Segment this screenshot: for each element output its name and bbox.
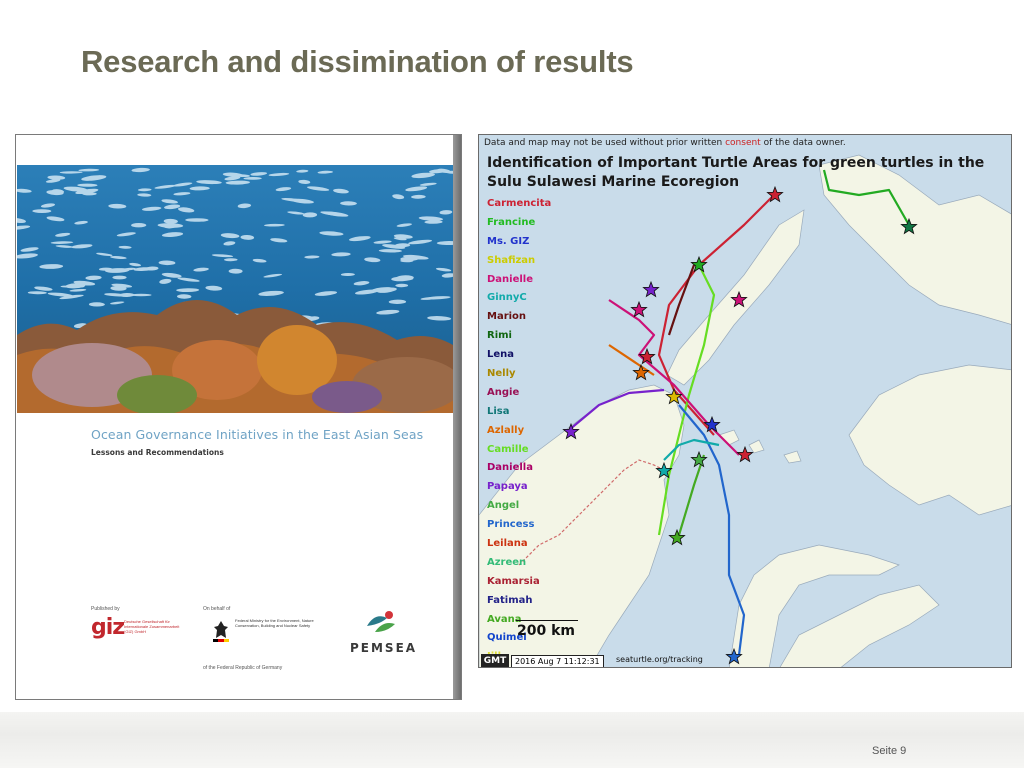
legend-item: Leilana (487, 538, 528, 550)
frg-text: of the Federal Republic of Germany (203, 665, 283, 671)
cover-edge-shadow (453, 135, 461, 699)
legend-item: Rimi (487, 330, 512, 342)
legend-item: Shafizan (487, 254, 536, 266)
map-disclaimer: Data and map may not be used without pri… (484, 138, 846, 148)
page-number: Seite 9 (872, 745, 907, 757)
report-cover: Ocean Governance Initiatives in the East… (15, 134, 462, 700)
cover-title: Ocean Governance Initiatives in the East… (91, 427, 424, 442)
slide-title: Research and dissimination of results (81, 44, 634, 79)
federal-eagle-icon (213, 621, 229, 642)
published-by-label: Published by (91, 606, 120, 612)
cover-reef-photo (17, 165, 453, 413)
disclaimer-consent: consent (725, 138, 761, 148)
legend-item: Ms. GIZ (487, 235, 530, 247)
map-canvas (479, 135, 1011, 667)
legend-item: Azreen (487, 556, 527, 568)
turtle-legend: Carmencita Francine Ms. GIZ Shafizan Daniell… (487, 195, 551, 667)
legend-item: Angie (487, 386, 520, 398)
legend-item: Lena (487, 349, 515, 361)
disclaimer-text-end: of the data owner. (760, 138, 846, 148)
legend-item: Danielle (487, 273, 534, 285)
legend-item: Camille (487, 443, 529, 455)
pemsea-wordmark: PEMSEA (350, 641, 418, 655)
map-title: Identification of Important Turtle Areas… (487, 155, 985, 190)
legend-item: Fatimah (487, 594, 533, 606)
disclaimer-text: Data and map may not be used without pri… (484, 138, 726, 148)
legend-item: GinnyC (487, 292, 527, 304)
legend-item: Lisa (487, 405, 510, 417)
legend-item: Marion (487, 311, 527, 323)
legend-item: Azlally (487, 424, 525, 436)
giz-tagline: Deutsche Gesellschaft für Internationale… (124, 619, 180, 634)
legend-item: Carmencita (487, 198, 552, 209)
turtle-tracking-map: Data and map may not be used without pri… (478, 134, 1012, 668)
legend-item: Nelly (487, 368, 516, 380)
scale-bar (516, 620, 578, 621)
giz-logo: giz (91, 615, 125, 640)
legend-item: Francine (487, 216, 536, 228)
pemsea-logo-icon (367, 611, 395, 632)
scale-label: 200 km (517, 623, 575, 639)
map-timestamp: 2016 Aug 7 11:12:31 (511, 655, 604, 667)
legend-item: Papaya (487, 481, 528, 493)
cover-subtitle: Lessons and Recommendations (91, 448, 224, 457)
legend-item: Princess (487, 519, 535, 531)
legend-item: Kamarsia (487, 575, 540, 587)
ministry-text: Federal Ministry for the Environment, Na… (235, 618, 314, 628)
legend-item: Daniella (487, 462, 533, 474)
gmt-logo: GMT (481, 654, 509, 667)
legend-item: Angel (487, 500, 520, 512)
map-credit: seaturtle.org/tracking (616, 655, 703, 664)
footer-band (0, 712, 1024, 768)
on-behalf-label: On behalf of (203, 606, 231, 612)
